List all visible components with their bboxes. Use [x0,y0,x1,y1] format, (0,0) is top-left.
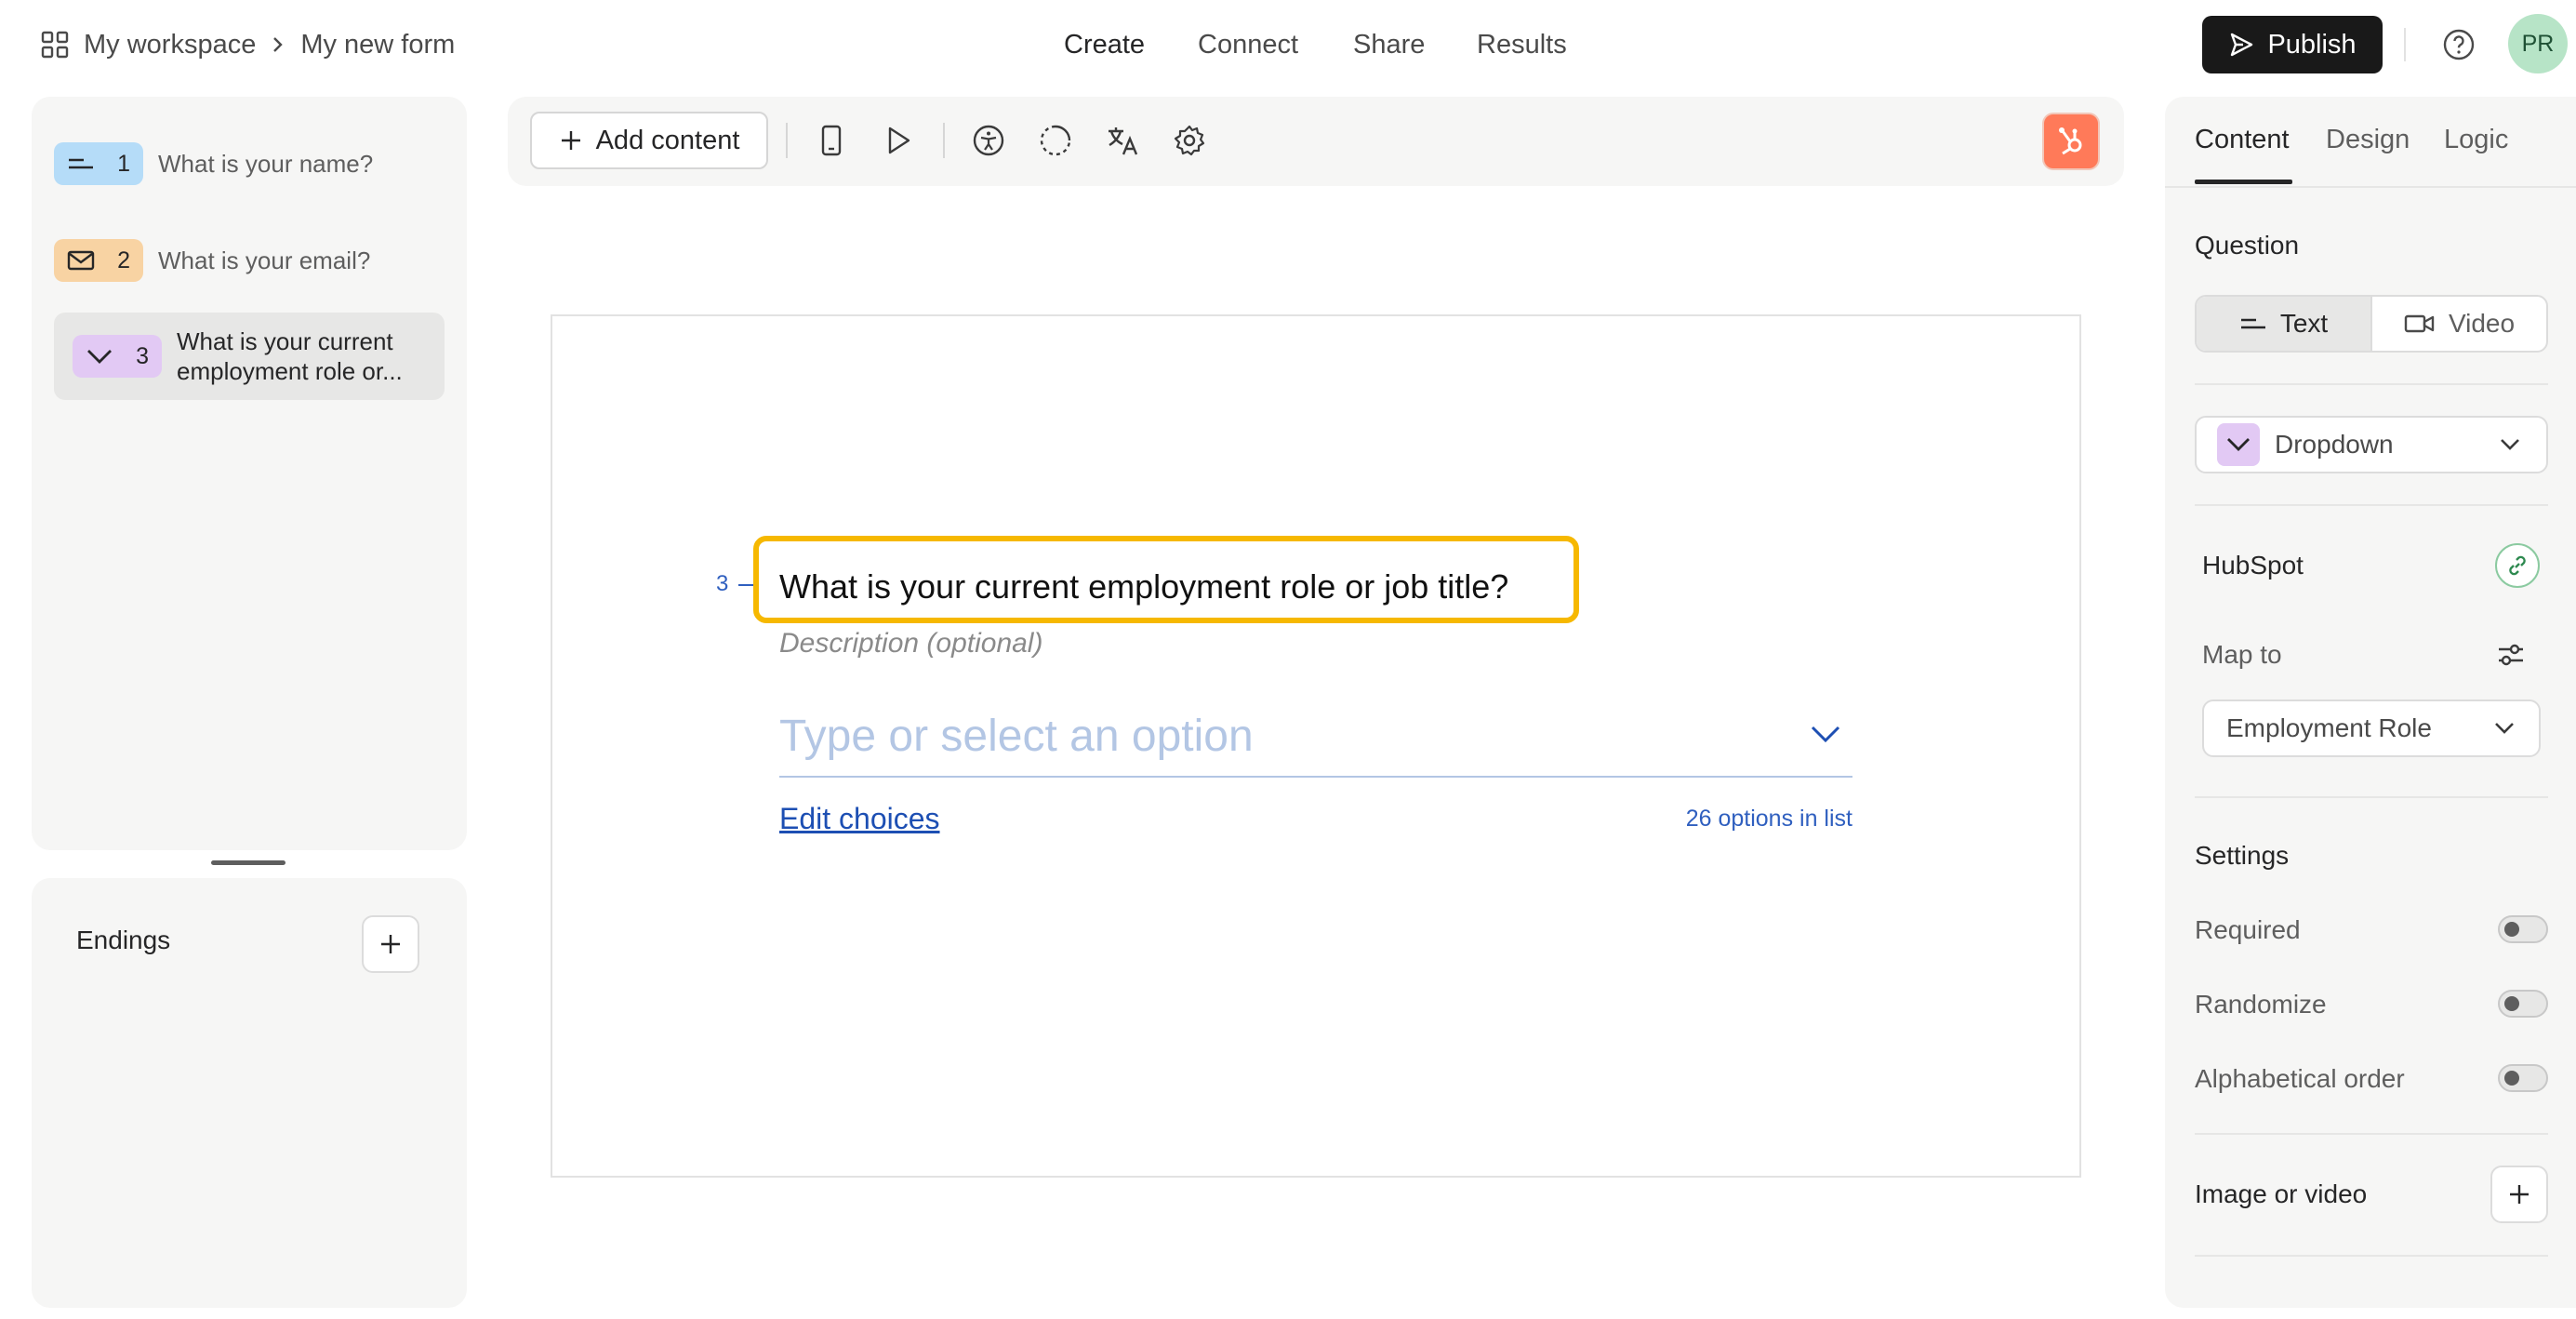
edit-choices-link[interactable]: Edit choices [779,802,940,836]
question-item-2[interactable]: 2 What is your email? [54,238,445,283]
nav-create[interactable]: Create [1064,22,1145,67]
question-format-value: Dropdown [2275,430,2394,459]
hubspot-label: HubSpot [2202,551,2304,580]
add-content-button[interactable]: Add content [530,112,768,169]
divider [2165,186,2576,188]
question-title: What is your name? [158,150,374,178]
short-text-icon [67,154,95,173]
sliders-icon[interactable] [2496,640,2526,670]
grid-icon[interactable] [41,31,69,59]
add-content-label: Add content [595,125,740,155]
question-item-3[interactable]: 3 What is your current employment role o… [54,313,445,400]
breadcrumb: My workspace My new form [41,22,455,67]
divider [2195,1133,2548,1135]
tab-design[interactable]: Design [2326,125,2410,155]
chevron-down-icon [86,347,113,366]
divider [2195,1255,2548,1257]
question-badge: 3 [73,335,162,378]
question-title: What is your current employment role or.… [177,327,403,385]
send-icon [2228,32,2254,58]
help-icon[interactable] [2442,28,2476,61]
avatar[interactable]: PR [2508,14,2568,73]
chevron-down-icon [2225,436,2251,453]
play-icon[interactable] [880,122,917,159]
chevron-right-icon [271,35,285,54]
link-icon[interactable] [2495,543,2540,588]
dropdown-underline [779,776,1852,778]
image-or-video-label: Image or video [2195,1179,2368,1208]
question-number: 3 [136,342,149,369]
loading-icon[interactable] [1037,122,1074,159]
divider [2195,796,2548,798]
top-bar: My workspace My new form Create Connect … [0,0,2576,89]
plus-icon [2507,1182,2531,1206]
hubspot-icon [2055,126,2087,157]
toolbar-divider [786,123,788,158]
breadcrumb-form-name[interactable]: My new form [300,30,455,60]
hubspot-button[interactable] [2042,113,2100,170]
settings-icon[interactable] [1171,122,1208,159]
divider [2195,504,2548,506]
options-count: 26 options in list [1685,806,1852,832]
map-to-select[interactable]: Employment Role [2202,699,2541,757]
publish-label: Publish [2267,29,2357,60]
endings-label: Endings [76,926,171,954]
publish-button[interactable]: Publish [2202,16,2383,73]
short-text-icon [2239,314,2267,333]
randomize-toggle[interactable] [2498,990,2548,1018]
question-number: 2 [117,246,130,273]
chevron-down-icon [2500,438,2520,451]
nav-share[interactable]: Share [1353,22,1425,67]
chevron-down-icon [2494,722,2515,735]
question-title: What is your email? [158,246,371,274]
video-icon [2404,313,2436,335]
map-to-label: Map to [2202,640,2282,669]
description-input[interactable]: Description (optional) [779,628,1042,660]
tab-content[interactable]: Content [2195,125,2290,155]
settings-heading: Settings [2195,841,2290,870]
dropdown-type-badge [2217,423,2260,466]
question-item-1[interactable]: 1 What is your name? [54,141,445,186]
breadcrumb-workspace[interactable]: My workspace [84,30,256,60]
question-type-video-label: Video [2448,309,2516,338]
plus-icon [378,932,403,956]
question-badge: 1 [54,142,143,185]
add-ending-button[interactable] [362,915,419,973]
question-heading: Question [2195,231,2300,260]
translate-icon[interactable] [1104,122,1141,159]
divider [2404,28,2406,61]
mobile-preview-icon[interactable] [813,122,850,159]
question-format-select[interactable]: Dropdown [2195,416,2548,473]
chevron-down-icon[interactable] [1810,724,1841,744]
divider [2195,383,2548,385]
envelope-icon [67,249,95,272]
question-number-indicator: 3 [716,571,729,596]
panel-resize-handle[interactable] [211,860,285,865]
plus-icon [559,128,583,153]
alphabetical-order-toggle[interactable] [2498,1064,2548,1092]
nav-results[interactable]: Results [1477,22,1567,67]
question-badge: 2 [54,239,143,282]
required-label: Required [2195,915,2301,944]
accessibility-icon[interactable] [970,122,1007,159]
dropdown-placeholder[interactable]: Type or select an option [779,711,1254,762]
question-title-input[interactable]: What is your current employment role or … [779,567,1508,606]
question-number: 1 [117,150,130,177]
active-tab-indicator [2195,180,2292,184]
randomize-label: Randomize [2195,990,2327,1019]
add-image-button[interactable] [2490,1166,2548,1223]
tab-logic[interactable]: Logic [2444,125,2508,155]
questions-panel [32,97,467,850]
alphabetical-order-label: Alphabetical order [2195,1064,2405,1093]
question-type-text-label: Text [2279,309,2329,338]
map-to-value: Employment Role [2226,713,2432,742]
required-toggle[interactable] [2498,915,2548,943]
question-type-toggle: Text Video [2195,295,2548,353]
nav-connect[interactable]: Connect [1198,22,1298,67]
question-type-text[interactable]: Text [2197,297,2372,351]
question-type-video[interactable]: Video [2372,297,2546,351]
toolbar-divider [943,123,945,158]
